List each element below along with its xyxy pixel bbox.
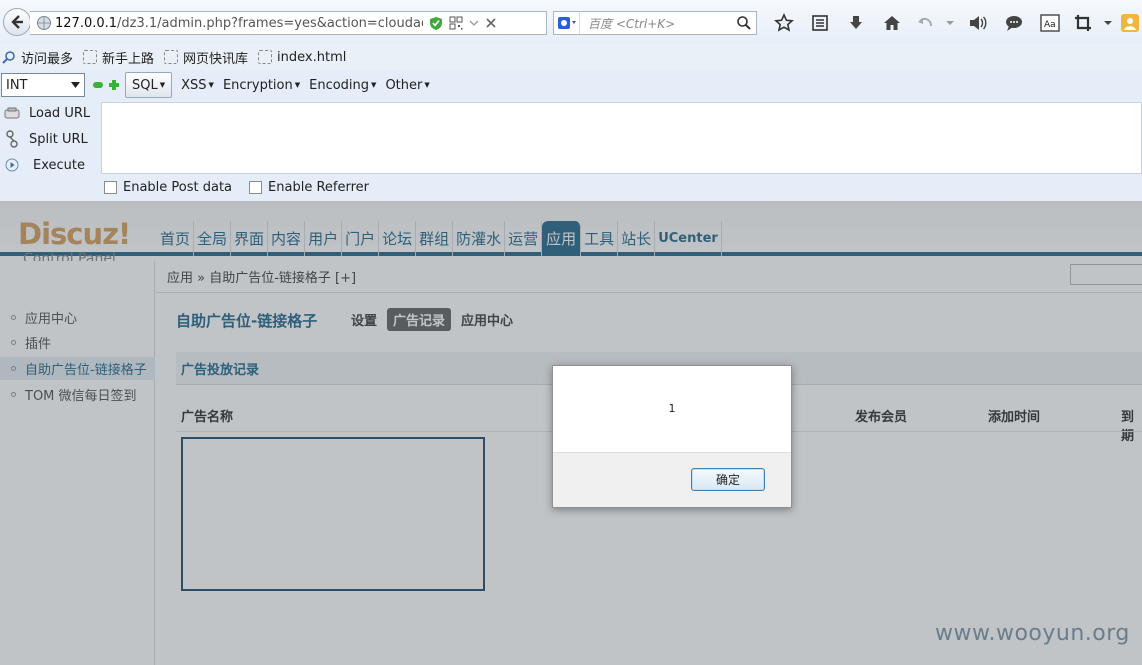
shield-icon[interactable] — [429, 16, 443, 31]
split-url-icon — [0, 130, 24, 148]
back-button[interactable] — [3, 8, 31, 36]
enable-post-checkbox[interactable] — [104, 181, 117, 194]
person-icon[interactable] — [1118, 10, 1142, 36]
xss-menu[interactable]: XSS ▼ — [181, 78, 214, 93]
chevron-down-icon — [71, 82, 80, 88]
back-arrow-icon — [11, 15, 23, 29]
bookmark-label: 网页快讯库 — [183, 51, 249, 67]
url-host: 127.0.0.1 — [55, 15, 118, 31]
download-icon[interactable] — [838, 10, 874, 36]
sql-menu-label: SQL — [132, 77, 158, 93]
caret-icon: ▼ — [159, 81, 166, 89]
caret-icon: ▼ — [294, 81, 301, 89]
enable-referrer-label: Enable Referrer — [268, 180, 369, 195]
bookmarks-bar: 访问最多 新手上路 网页快讯库 index.html — [0, 44, 1142, 70]
menu-label: Encoding — [309, 77, 370, 93]
encryption-menu[interactable]: Encryption ▼ — [223, 78, 300, 93]
font-icon[interactable]: Aa — [1032, 10, 1068, 36]
page-icon — [83, 50, 98, 64]
alert-footer: 确定 — [553, 452, 791, 507]
bookmark-web-slice[interactable]: 网页快讯库 — [164, 48, 248, 67]
action-label: Load URL — [29, 105, 91, 121]
action-label: Execute — [33, 157, 85, 173]
home-icon[interactable] — [874, 10, 910, 36]
caret-icon: ▼ — [371, 81, 377, 89]
page-icon — [164, 50, 179, 64]
execute-icon — [0, 158, 24, 172]
watermark: www.wooyun.org — [935, 621, 1130, 646]
ok-button[interactable]: 确定 — [691, 468, 765, 491]
reading-list-icon[interactable] — [802, 10, 838, 36]
action-label: Split URL — [29, 131, 88, 147]
browser-nav-bar: 127.0.0.1/dz3.1/admin.php?frames=yes&act… — [0, 0, 1142, 44]
menu-dropdown-icon[interactable] — [1098, 10, 1118, 36]
sql-menu-button[interactable]: SQL ▼ — [125, 72, 173, 98]
alert-message: 1 — [668, 402, 676, 415]
search-icon[interactable] — [736, 15, 752, 31]
bookmark-star-icon[interactable] — [766, 10, 802, 36]
hackbar-toolbar: INT SQL ▼ XSS ▼ Encryption ▼ Encoding ▼ Othe… — [0, 70, 1142, 100]
url-path: /dz3.1/admin.php?frames=yes&action=cloud… — [117, 15, 423, 31]
browser-toolbar: Aa — [766, 10, 1142, 36]
url-bar[interactable]: 127.0.0.1/dz3.1/admin.php?frames=yes&act… — [30, 11, 547, 35]
load-url-icon — [0, 107, 24, 119]
chat-icon[interactable] — [996, 10, 1032, 36]
other-menu[interactable]: Other ▼ — [385, 78, 429, 93]
most-visited-icon — [2, 51, 15, 64]
bookmark-most-visited[interactable]: 访问最多 — [2, 48, 73, 67]
load-url-button[interactable]: Load URL — [0, 100, 100, 126]
caret-icon: ▼ — [208, 81, 214, 89]
bookmark-label: index.html — [277, 49, 347, 65]
bookmark-index[interactable]: index.html — [258, 50, 346, 65]
encoding-menu[interactable]: Encoding ▼ — [309, 78, 376, 93]
volume-icon[interactable] — [960, 10, 996, 36]
qr-code-icon[interactable] — [449, 16, 463, 30]
search-placeholder: 百度 <Ctrl+K> — [588, 16, 676, 31]
caret-icon: ▼ — [424, 81, 430, 89]
increment-icon[interactable] — [109, 80, 119, 90]
page-icon — [258, 50, 273, 64]
decrement-icon[interactable] — [93, 82, 103, 88]
hackbar-actions: Load URL Split URL Execute — [0, 100, 100, 178]
enable-referrer-checkbox[interactable] — [249, 181, 263, 194]
type-select[interactable]: INT — [1, 73, 85, 97]
split-url-button[interactable]: Split URL — [0, 126, 100, 152]
baidu-engine-icon[interactable] — [554, 12, 580, 34]
stop-icon[interactable] — [485, 17, 497, 29]
hackbar-options: Enable Post data Enable Referrer — [104, 180, 369, 195]
menu-label: Other — [385, 77, 423, 93]
execute-button[interactable]: Execute — [0, 152, 100, 178]
bookmark-getting-started[interactable]: 新手上路 — [83, 48, 154, 67]
enable-post-label: Enable Post data — [123, 180, 233, 195]
undo-dropdown-icon[interactable] — [940, 10, 960, 36]
type-select-value: INT — [6, 77, 28, 93]
url-dropdown-icon[interactable] — [469, 18, 479, 28]
svg-text:Aa: Aa — [1044, 20, 1056, 30]
alert-dialog: 1 确定 — [552, 365, 792, 508]
menu-label: Encryption — [222, 77, 293, 93]
search-box[interactable]: 百度 <Ctrl+K> — [553, 11, 757, 35]
hackbar-panel: INT SQL ▼ XSS ▼ Encryption ▼ Encoding ▼ Othe… — [0, 70, 1142, 201]
hackbar-url-textarea[interactable] — [101, 102, 1142, 174]
undo-icon[interactable] — [910, 10, 940, 36]
menu-label: XSS — [181, 77, 207, 93]
globe-icon — [37, 16, 51, 30]
bookmark-label: 访问最多 — [21, 51, 74, 67]
crop-icon[interactable] — [1068, 10, 1098, 36]
bookmark-label: 新手上路 — [102, 51, 155, 67]
